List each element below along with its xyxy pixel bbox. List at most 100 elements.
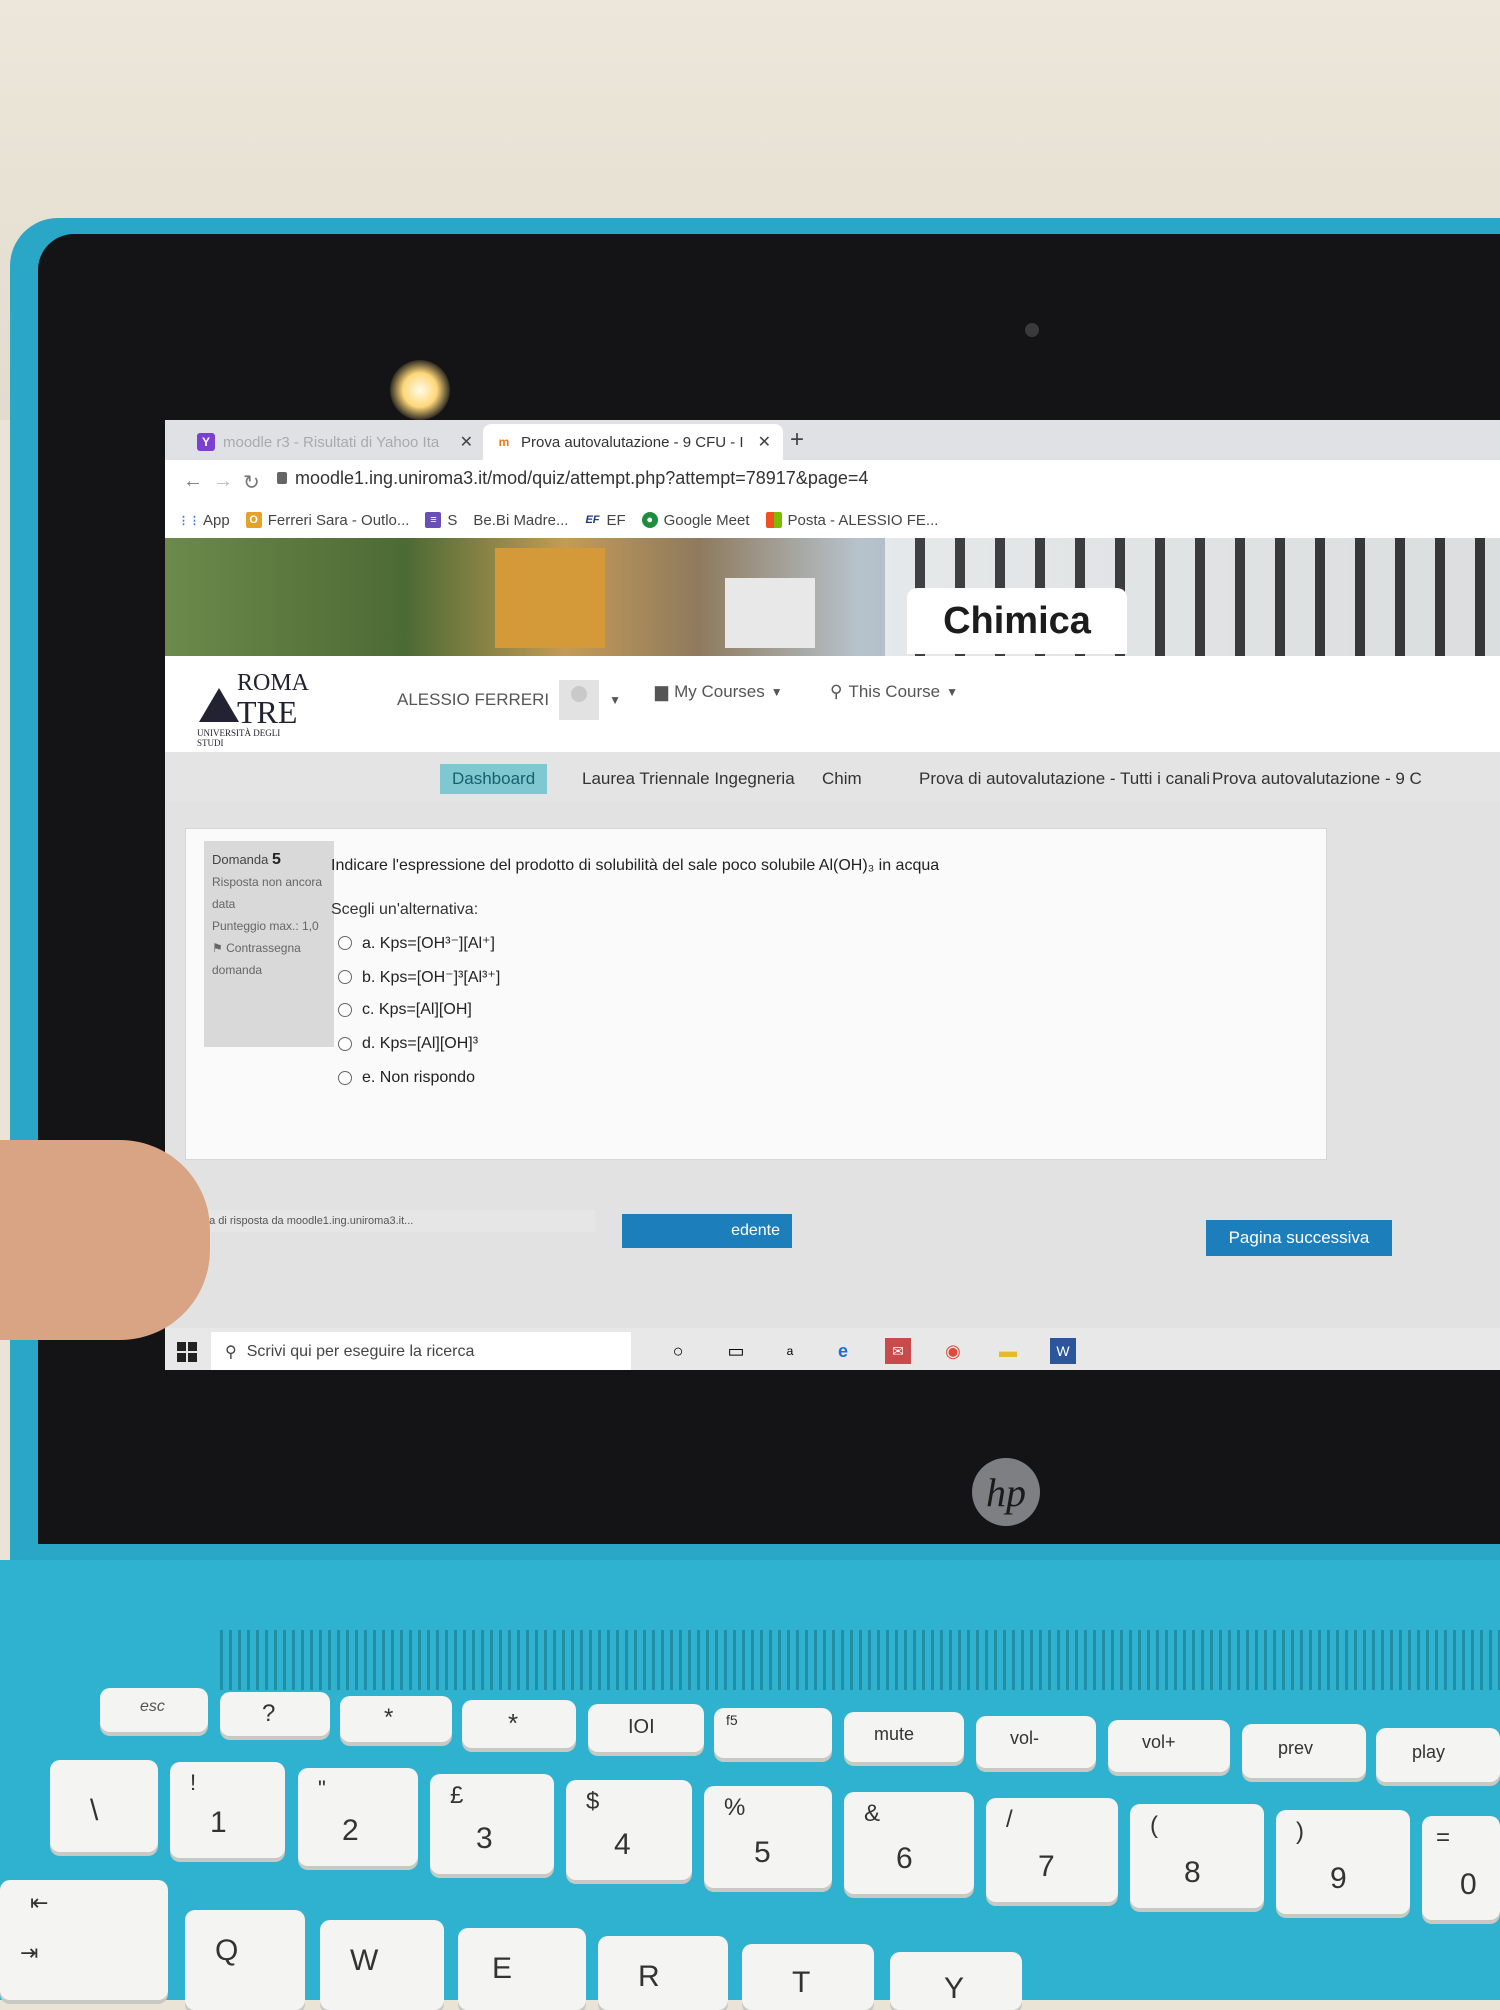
this-course-menu[interactable]: ⚲ This Course ▼ bbox=[830, 682, 958, 702]
key-r[interactable]: R bbox=[598, 1936, 728, 2010]
key-6[interactable]: & 6 bbox=[844, 1792, 974, 1894]
breadcrumb-item[interactable]: Dashboard bbox=[440, 764, 548, 794]
close-icon[interactable]: ✕ bbox=[758, 432, 771, 452]
flag-question-link[interactable]: ⚑ Contrassegna domanda bbox=[212, 937, 326, 981]
breadcrumb-item[interactable]: Laurea Triennale Ingegneria bbox=[570, 764, 807, 794]
search-icon: ⚲ bbox=[225, 1344, 237, 1361]
word-icon[interactable]: W bbox=[1050, 1338, 1076, 1364]
key-5[interactable]: % 5 bbox=[704, 1786, 832, 1888]
answer-option[interactable]: c. Kps=[Al][OH] bbox=[338, 1001, 472, 1019]
apps-icon: ⋮⋮ bbox=[178, 514, 200, 527]
bookmark-bebi[interactable]: Be.Bi Madre... bbox=[473, 512, 568, 529]
windows-start-icon[interactable] bbox=[177, 1342, 197, 1362]
key-f9[interactable]: prev bbox=[1242, 1724, 1366, 1778]
answer-option[interactable]: b. Kps=[OH⁻]³[Al³⁺] bbox=[338, 967, 500, 987]
user-menu[interactable]: ALESSIO FERRERI ▼ bbox=[397, 680, 621, 720]
bookmark-label: EF bbox=[606, 511, 626, 529]
task-view-icon[interactable]: ▭ bbox=[723, 1338, 749, 1364]
answer-option[interactable]: e. Non rispondo bbox=[338, 1069, 475, 1087]
radio-button[interactable] bbox=[338, 1037, 352, 1051]
university-logo[interactable]: ROMA TRE UNIVERSITÀ DEGLI STUDI bbox=[197, 670, 309, 748]
cortana-icon[interactable]: ○ bbox=[665, 1338, 691, 1364]
option-label: e. Non rispondo bbox=[362, 1069, 475, 1086]
key-f4[interactable]: IOI bbox=[588, 1704, 704, 1752]
key-f1[interactable]: ? bbox=[220, 1692, 330, 1736]
taskbar-search[interactable]: ⚲ Scrivi qui per eseguire la ricerca bbox=[211, 1332, 631, 1370]
radio-button[interactable] bbox=[338, 1071, 352, 1085]
chevron-down-icon: ▼ bbox=[770, 685, 783, 699]
building-image bbox=[495, 548, 605, 648]
bookmark-posta[interactable]: Posta - ALESSIO FE... bbox=[765, 512, 938, 529]
key-f8[interactable]: vol+ bbox=[1108, 1720, 1230, 1772]
key-q[interactable]: Q bbox=[185, 1910, 305, 2010]
back-icon[interactable]: ← bbox=[183, 470, 203, 493]
key-esc[interactable]: esc bbox=[100, 1688, 208, 1732]
previous-page-button[interactable]: edente bbox=[622, 1214, 792, 1248]
new-tab-button[interactable]: + bbox=[790, 426, 804, 454]
key-backslash[interactable]: \ bbox=[50, 1760, 158, 1852]
bookmark-meet[interactable]: ● Google Meet bbox=[641, 512, 750, 529]
breadcrumb-item[interactable]: Prova di autovalutazione - Tutti i canal… bbox=[907, 764, 1222, 794]
key-f7[interactable]: vol- bbox=[976, 1716, 1096, 1768]
site-navbar: ROMA TRE UNIVERSITÀ DEGLI STUDI ALESSIO … bbox=[165, 656, 1500, 753]
radio-button[interactable] bbox=[338, 970, 352, 984]
bookmark-s[interactable]: ≡ S bbox=[425, 512, 457, 529]
key-y[interactable]: Y bbox=[890, 1952, 1022, 2010]
chrome-icon[interactable]: ◉ bbox=[940, 1338, 966, 1364]
light-glare bbox=[390, 360, 450, 420]
key-tab[interactable]: ⇤ ⇥ bbox=[0, 1880, 168, 2000]
my-courses-menu[interactable]: ▆ My Courses ▼ bbox=[655, 682, 783, 702]
bookmark-app[interactable]: ⋮⋮ App bbox=[178, 512, 230, 529]
key-2[interactable]: " 2 bbox=[298, 1768, 418, 1866]
key-f10[interactable]: play bbox=[1376, 1728, 1500, 1782]
reload-icon[interactable]: ↻ bbox=[243, 470, 260, 495]
key-9[interactable]: ) 9 bbox=[1276, 1810, 1410, 1914]
forward-icon[interactable]: → bbox=[213, 470, 233, 493]
ef-icon: EF bbox=[585, 514, 600, 526]
logo-line3: UNIVERSITÀ DEGLI STUDI bbox=[197, 728, 281, 748]
close-icon[interactable]: ✕ bbox=[460, 432, 473, 452]
outlook-icon: O bbox=[245, 512, 262, 528]
key-8[interactable]: (8 bbox=[1130, 1804, 1264, 1908]
key-7[interactable]: /7 bbox=[986, 1798, 1118, 1902]
key-f5[interactable]: f5 bbox=[714, 1708, 832, 1758]
folder-icon[interactable]: ▬ bbox=[995, 1338, 1021, 1364]
answer-option[interactable]: a. Kps=[OH³⁻][Al⁺] bbox=[338, 933, 495, 953]
breadcrumb-item[interactable]: Chim bbox=[810, 764, 874, 794]
radio-button[interactable] bbox=[338, 1003, 352, 1017]
url-field[interactable]: moodle1.ing.uniroma3.it/mod/quiz/attempt… bbox=[295, 468, 868, 489]
key-t[interactable]: T bbox=[742, 1944, 874, 2010]
answer-option[interactable]: d. Kps=[Al][OH]³ bbox=[338, 1035, 478, 1053]
key-0[interactable]: = 0 bbox=[1422, 1816, 1500, 1920]
briefcase-icon: ▆ bbox=[655, 682, 669, 701]
key-1[interactable]: ! 1 bbox=[170, 1762, 285, 1858]
chevron-down-icon: ▼ bbox=[609, 693, 621, 707]
logo-triangle-icon bbox=[199, 688, 239, 722]
tab-icon: ⇥ bbox=[20, 1940, 39, 1965]
next-page-button[interactable]: Pagina successiva bbox=[1206, 1220, 1392, 1256]
edge-icon[interactable]: e bbox=[830, 1338, 856, 1364]
radio-button[interactable] bbox=[338, 936, 352, 950]
key-f2[interactable]: * bbox=[340, 1696, 452, 1742]
key-f6[interactable]: mute bbox=[844, 1712, 964, 1762]
key-3[interactable]: £3 bbox=[430, 1774, 554, 1874]
app-icon[interactable]: a bbox=[777, 1338, 803, 1364]
question-number-value: 5 bbox=[272, 851, 281, 868]
option-label: b. Kps=[OH⁻]³[Al³⁺] bbox=[362, 969, 501, 986]
tab-quiz[interactable]: m Prova autovalutazione - 9 CFU - I ✕ bbox=[483, 424, 783, 460]
lock-icon bbox=[277, 472, 287, 484]
bookmark-outlook[interactable]: O Ferreri Sara - Outlo... bbox=[245, 512, 409, 529]
question-card: Domanda 5 Risposta non ancora data Punte… bbox=[185, 828, 1327, 1160]
breadcrumb-item[interactable]: Prova autovalutazione - 9 C bbox=[1200, 764, 1434, 794]
tab-yahoo[interactable]: Y moodle r3 - Risultati di Yahoo Ita ✕ bbox=[185, 424, 485, 460]
browser-tab-strip: Y moodle r3 - Risultati di Yahoo Ita ✕ m… bbox=[165, 420, 1500, 460]
question-label: Domanda bbox=[212, 852, 269, 867]
key-e[interactable]: E bbox=[458, 1928, 586, 2010]
bookmark-ef[interactable]: EF EF bbox=[584, 512, 625, 529]
tab-icon: ⇤ bbox=[30, 1890, 49, 1915]
key-f3[interactable]: * bbox=[462, 1700, 576, 1748]
mail-icon[interactable]: ✉ bbox=[885, 1338, 911, 1364]
option-label: c. Kps=[Al][OH] bbox=[362, 1001, 472, 1018]
key-4[interactable]: $4 bbox=[566, 1780, 692, 1880]
key-w[interactable]: W bbox=[320, 1920, 444, 2010]
